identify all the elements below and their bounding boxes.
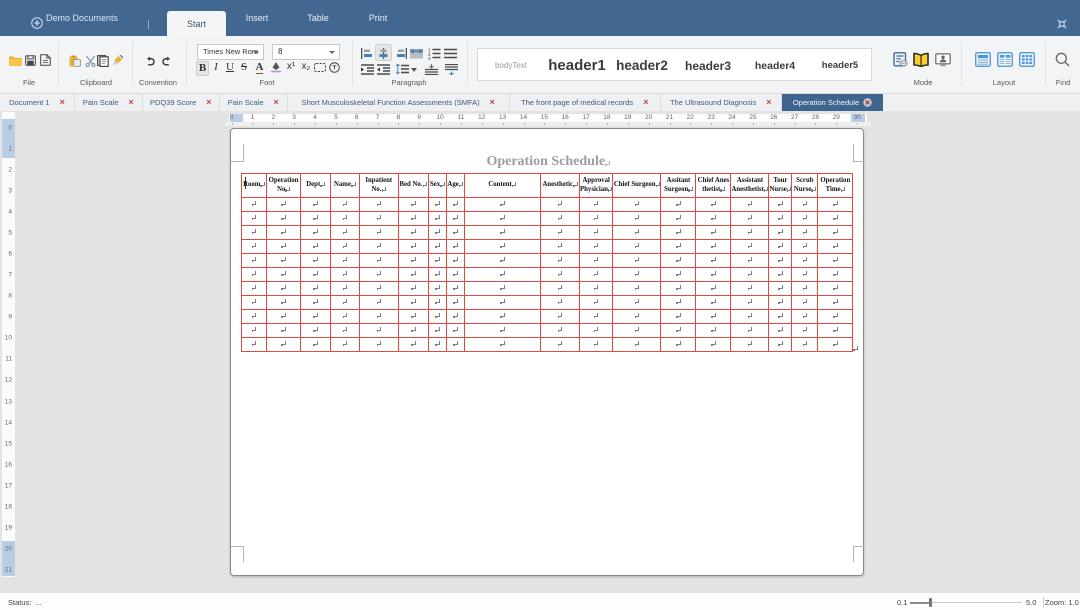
- svg-text:3: 3: [428, 56, 431, 60]
